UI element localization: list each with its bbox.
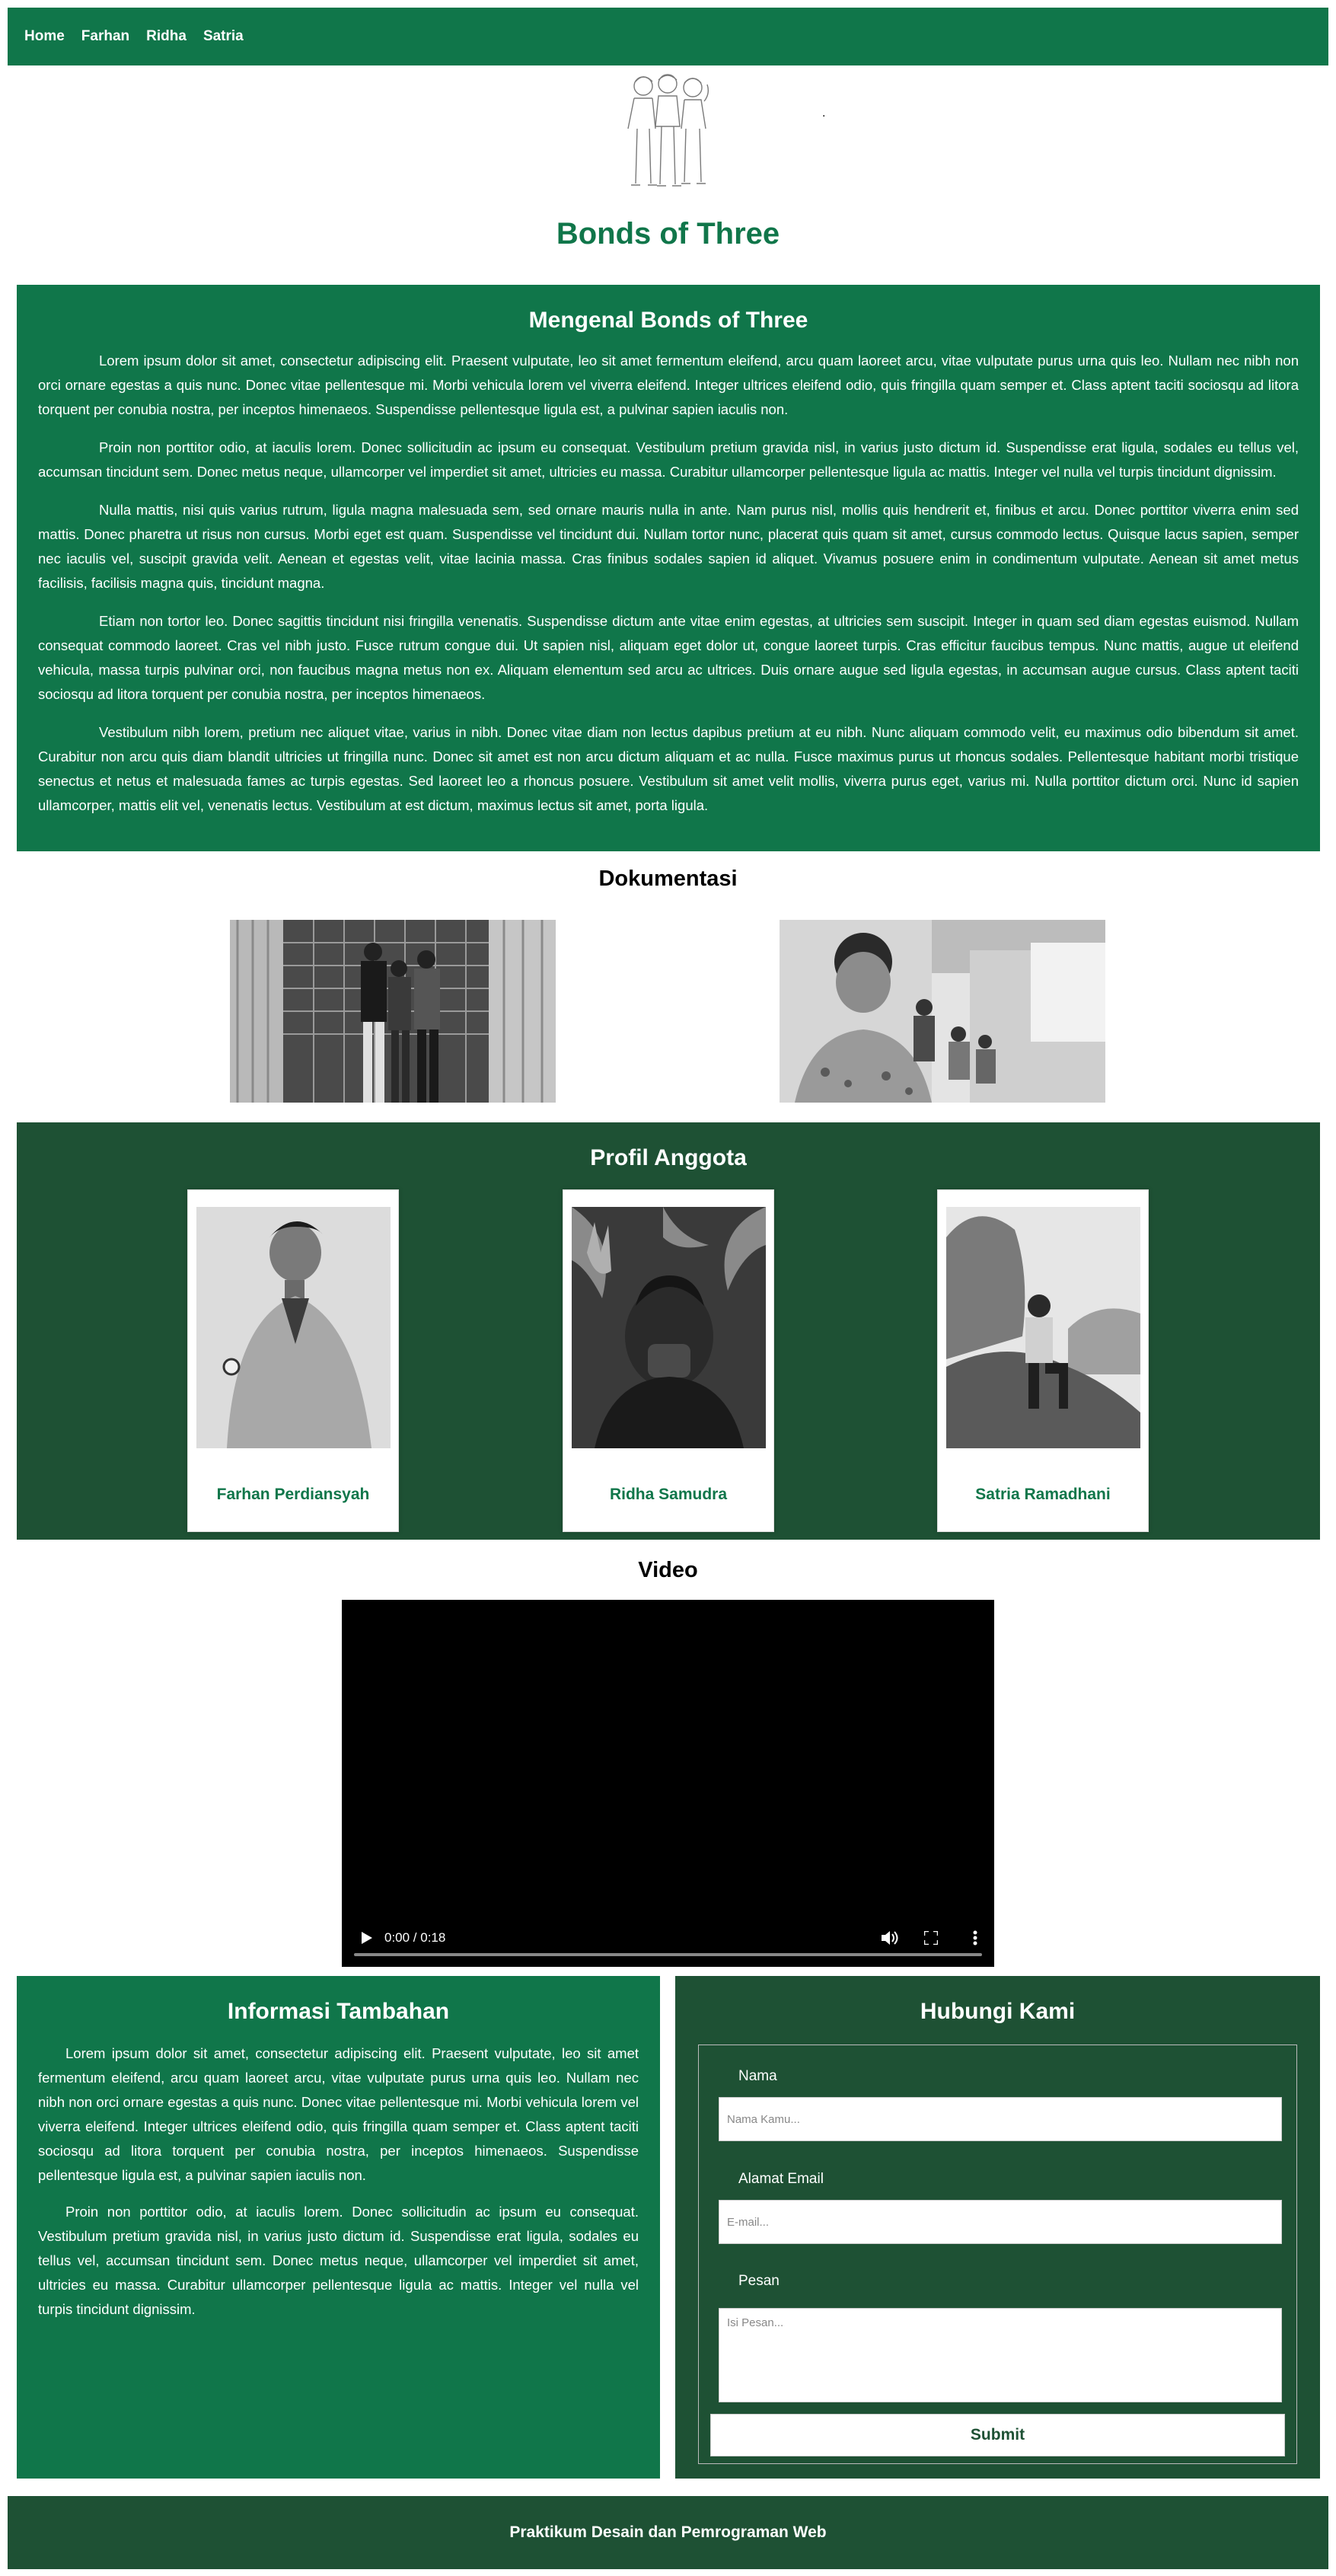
video-controls: 0:00 / 0:18 (354, 1923, 982, 1956)
message-label: Pesan (738, 2273, 780, 2289)
name-label: Nama (738, 2068, 777, 2084)
member-name: Ridha Samudra (609, 1486, 728, 1503)
profiles-section: Profil Anggota Farhan Perdiansyah Ridha … (17, 1122, 1320, 1540)
member-card-ridha[interactable]: Ridha Samudra (563, 1189, 774, 1532)
nav-link-home[interactable]: Home (24, 28, 65, 45)
nav-link-ridha[interactable]: Ridha (146, 28, 187, 45)
contact-title: Hubungi Kami (920, 1999, 1076, 2024)
intro-title: Mengenal Bonds of Three (528, 308, 808, 333)
name-input[interactable] (719, 2097, 1282, 2141)
member-photo (196, 1207, 391, 1448)
documentation-photo-building (230, 920, 556, 1103)
info-paragraph: Proin non porttitor odio, at iaculis lor… (38, 2204, 639, 2317)
email-input[interactable] (719, 2200, 1282, 2244)
more-options-icon[interactable] (973, 1930, 977, 1946)
intro-paragraph: Lorem ipsum dolor sit amet, consectetur … (38, 353, 1299, 417)
video-player[interactable]: 0:00 / 0:18 (342, 1600, 994, 1967)
member-card-farhan[interactable]: Farhan Perdiansyah (187, 1189, 399, 1532)
play-icon[interactable] (362, 1932, 372, 1944)
documentation-photo-selfie (780, 920, 1105, 1103)
video-progress-bar[interactable] (354, 1953, 982, 1956)
intro-section: Mengenal Bonds of Three Lorem ipsum dolo… (17, 285, 1320, 851)
info-paragraph: Lorem ipsum dolor sit amet, consectetur … (38, 2045, 639, 2183)
intro-paragraph: Nulla mattis, nisi quis varius rutrum, l… (38, 502, 1299, 591)
info-section: Informasi Tambahan Lorem ipsum dolor sit… (17, 1976, 660, 2479)
submit-button[interactable]: Submit (710, 2414, 1285, 2456)
page-title: Bonds of Three (556, 217, 780, 251)
video-title: Video (638, 1558, 698, 1582)
fullscreen-icon[interactable] (924, 1931, 938, 1945)
logo-illustration (627, 74, 709, 187)
footer-text: Praktikum Desain dan Pemrograman Web (509, 2523, 827, 2541)
footer: Praktikum Desain dan Pemrograman Web (8, 2496, 1328, 2569)
member-card-satria[interactable]: Satria Ramadhani (937, 1189, 1149, 1532)
intro-paragraph: Vestibulum nibh lorem, pretium nec aliqu… (38, 724, 1299, 813)
member-photo (946, 1207, 1140, 1448)
volume-icon[interactable] (882, 1930, 898, 1946)
video-time: 0:00 / 0:18 (384, 1930, 446, 1945)
documentation-title: Dokumentasi (598, 867, 738, 891)
intro-paragraph: Etiam non tortor leo. Donec sagittis tin… (38, 613, 1299, 702)
nav-link-satria[interactable]: Satria (203, 28, 244, 45)
member-name: Farhan Perdiansyah (216, 1486, 370, 1503)
message-textarea[interactable] (719, 2308, 1282, 2402)
email-label: Alamat Email (738, 2171, 824, 2187)
member-name: Satria Ramadhani (975, 1486, 1111, 1503)
info-title: Informasi Tambahan (227, 1999, 450, 2024)
intro-paragraph: Proin non porttitor odio, at iaculis lor… (38, 439, 1299, 480)
member-photo (572, 1207, 766, 1448)
contact-section: Hubungi Kami Nama Alamat Email Pesan Sub… (675, 1976, 1320, 2479)
profiles-title: Profil Anggota (590, 1145, 747, 1170)
nav-link-farhan[interactable]: Farhan (81, 28, 129, 45)
header-dot: . (822, 107, 826, 120)
navbar: Home Farhan Ridha Satria (8, 8, 1328, 65)
contact-form: Nama Alamat Email Pesan Submit (698, 2045, 1297, 2464)
